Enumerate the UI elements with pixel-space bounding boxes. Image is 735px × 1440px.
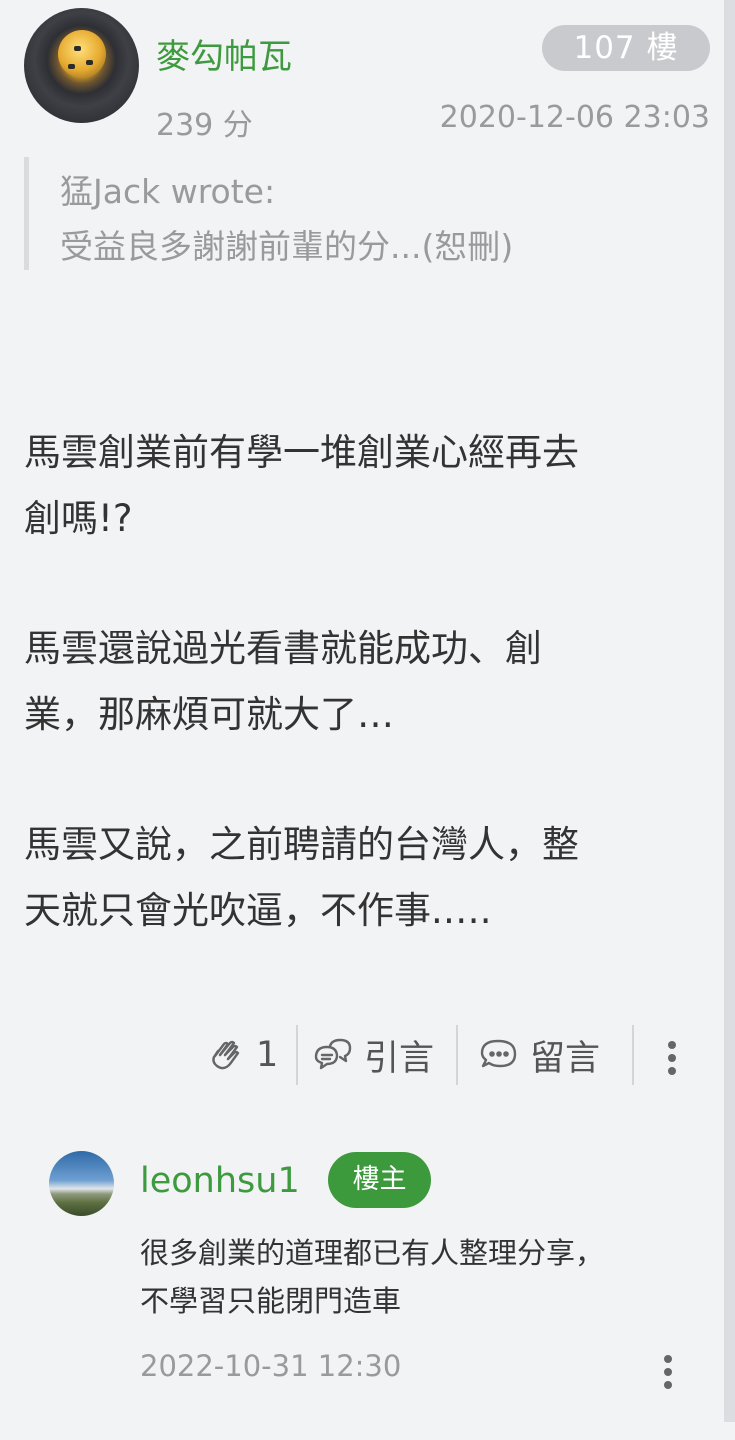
quote-text: 受益良多謝謝前輩的分...(恕刪)	[60, 227, 514, 266]
quoted-reply[interactable]: 猛Jack wrote: 受益良多謝謝前輩的分...(恕刪)	[24, 157, 669, 270]
comment-timestamp: 2022-10-31 12:30	[140, 1349, 402, 1383]
like-button[interactable]: 1	[206, 1025, 278, 1085]
more-vertical-icon[interactable]	[668, 1041, 676, 1080]
comment-bubble-icon	[480, 1039, 517, 1068]
post-header: 麥勾帕瓦 107 樓 239 分 2020-12-06 23:03	[24, 8, 714, 143]
action-divider	[632, 1025, 634, 1085]
floor-badge: 107 樓	[542, 25, 710, 71]
op-badge: 樓主	[328, 1152, 431, 1208]
post-actions: 1 引言 留言	[200, 1025, 700, 1085]
post-paragraph: 馬雲又說，之前聘請的台灣人，整 天就只會光吹逼，不作事.….	[24, 823, 579, 932]
author-avatar[interactable]	[24, 8, 139, 123]
quote-button[interactable]: 引言	[312, 1025, 434, 1085]
quote-bubble-icon	[314, 1038, 352, 1070]
more-vertical-icon[interactable]	[664, 1355, 672, 1394]
action-divider	[456, 1025, 458, 1085]
comment-item: leonhsu1 樓主 很多創業的道理都已有人整理分享， 不學習只能閉門造車 2…	[24, 1105, 724, 1425]
post-timestamp: 2020-12-06 23:03	[439, 100, 710, 135]
comment-button[interactable]: 留言	[478, 1025, 600, 1085]
like-count: 1	[256, 1035, 279, 1075]
quote-author: 猛Jack wrote:	[60, 172, 276, 211]
action-divider	[296, 1025, 298, 1085]
commenter-avatar[interactable]	[49, 1151, 114, 1216]
scrollbar[interactable]	[724, 0, 735, 1422]
author-username[interactable]: 麥勾帕瓦	[156, 29, 292, 78]
post-paragraph: 馬雲創業前有學一堆創業心經再去 創嗎!?	[24, 431, 579, 540]
comment-label: 留言	[530, 1038, 601, 1079]
commenter-username[interactable]: leonhsu1	[140, 1161, 300, 1201]
comment-text: 很多創業的道理都已有人整理分享， 不學習只能閉門造車	[140, 1236, 605, 1318]
post-paragraph: 馬雲還說過光看書就能成功、創 業，那麻煩可就大了…	[24, 627, 542, 736]
clap-icon	[212, 1040, 240, 1070]
author-score: 239 分	[156, 108, 253, 143]
quote-label: 引言	[364, 1038, 435, 1079]
post-body: 馬雲創業前有學一堆創業心經再去 創嗎!? 馬雲還說過光看書就能成功、創 業，那麻…	[24, 420, 684, 1008]
